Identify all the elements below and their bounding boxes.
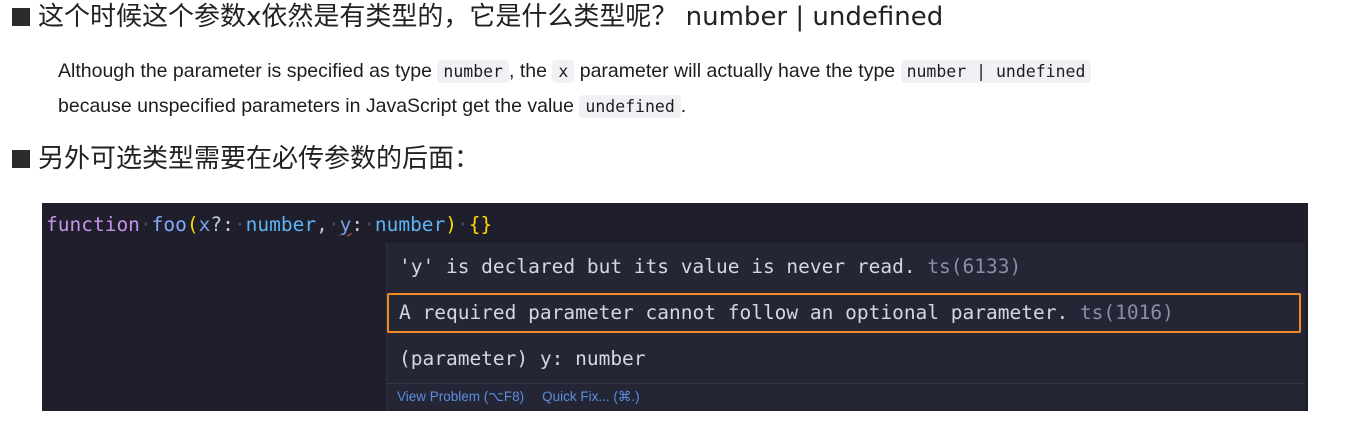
type-number-2: number: [374, 213, 446, 236]
inline-code-number-undefined: number | undefined: [900, 60, 1092, 83]
heading-1-text: 这个时候这个参数x依然是有类型的，它是什么类型呢？ number | undef…: [38, 2, 944, 32]
param-x: x: [198, 213, 211, 236]
diagnostic-required-text: A required parameter cannot follow an op…: [399, 301, 1069, 324]
doc-text-3: parameter will actually have the type: [574, 60, 901, 82]
colon: :: [351, 213, 364, 236]
doc-line-2: because unspecified parameters in JavaSc…: [58, 89, 1308, 124]
hover-popup: 'y' is declared but its value is never r…: [386, 243, 1305, 411]
view-problem-link[interactable]: View Problem (⌥F8): [397, 389, 524, 404]
type-number-1: number: [245, 213, 317, 236]
doc-text-2: , the: [509, 60, 553, 82]
optional-colon: ?:: [210, 213, 234, 236]
braces: {}: [468, 213, 493, 236]
diagnostic-unused-code: ts(6133): [927, 255, 1022, 278]
doc-quote: Although the parameter is specified as t…: [58, 54, 1308, 124]
heading-2-text: 另外可选类型需要在必传参数的后面：: [38, 144, 481, 174]
square-bullet-icon: [12, 150, 30, 168]
diagnostic-unused: 'y' is declared but its value is never r…: [399, 253, 1021, 281]
code-line: function·foo(x?:·number,·y:·number)·{}: [46, 213, 493, 236]
hover-actions: View Problem (⌥F8) Quick Fix... (⌘.): [397, 389, 640, 405]
comma: ,: [316, 213, 328, 236]
inline-code-x: x: [552, 60, 575, 83]
parameter-signature: (parameter) y: number: [399, 347, 646, 370]
diagnostic-unused-text: 'y' is declared but its value is never r…: [399, 255, 916, 278]
doc-text-1: Although the parameter is specified as t…: [58, 60, 438, 82]
heading-2: 另外可选类型需要在必传参数的后面：: [12, 142, 480, 176]
code-editor: function·foo(x?:·number,·y:·number)·{} '…: [42, 203, 1308, 411]
quick-fix-link[interactable]: Quick Fix... (⌘.): [542, 389, 640, 404]
paren-open: (: [186, 213, 199, 236]
param-y[interactable]: y: [340, 213, 352, 236]
function-name: foo: [151, 213, 187, 236]
diagnostic-required-after-optional: A required parameter cannot follow an op…: [399, 299, 1174, 327]
heading-1: 这个时候这个参数x依然是有类型的，它是什么类型呢？ number | undef…: [12, 0, 943, 34]
hover-divider: [387, 383, 1305, 384]
doc-text-5: .: [680, 95, 687, 117]
square-bullet-icon: [12, 8, 30, 26]
diagnostic-required-code: ts(1016): [1079, 301, 1174, 324]
keyword-function: function: [46, 213, 140, 236]
doc-line-1: Although the parameter is specified as t…: [58, 54, 1308, 89]
inline-code-number: number: [437, 60, 509, 83]
paren-close: ): [445, 213, 458, 236]
inline-code-undefined: undefined: [579, 95, 681, 118]
doc-text-4: because unspecified parameters in JavaSc…: [58, 95, 580, 117]
